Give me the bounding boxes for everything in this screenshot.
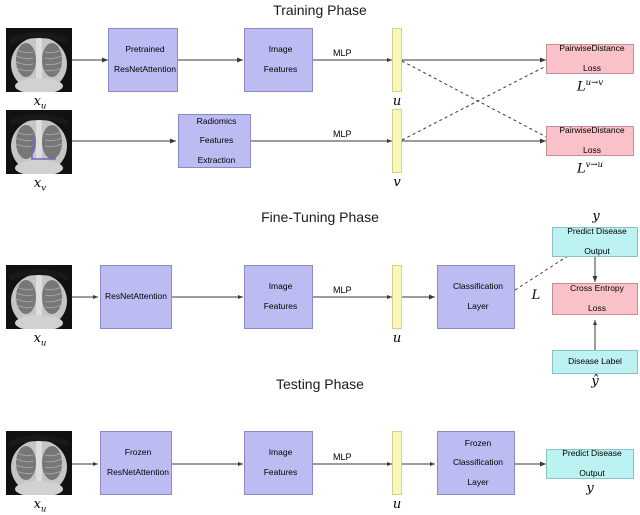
- connector-layer: [72, 57, 598, 467]
- phase-title-finetuning: Fine-Tuning Phase: [261, 209, 379, 225]
- embedding-bar-v-training: [392, 109, 402, 173]
- embedding-bar-u-testing: [392, 431, 402, 495]
- embedding-v-training-label: v: [393, 175, 401, 190]
- frozen-backbone-line2: ResNetAttention: [107, 466, 169, 477]
- x-symbol: x: [33, 331, 41, 346]
- frozen-classifier-line2: Classification: [452, 457, 504, 468]
- module-image-features-testing-label: Image Features: [245, 448, 312, 477]
- module-image-features-training-label: Image Features: [245, 45, 312, 74]
- module-classification-layer-finetuning[interactable]: Classification Layer: [437, 265, 515, 329]
- radiomics-line1: Radiomics: [196, 115, 237, 126]
- module-resnetattention-finetuning[interactable]: ResNetAttention: [100, 265, 172, 329]
- loss-cross-entropy-label: Cross Entropy Loss: [553, 284, 637, 313]
- ce-loss-line1: Cross Entropy: [570, 283, 624, 294]
- input-xray-v-training-label: xv: [18, 176, 62, 194]
- ce-loss-line2: Loss: [588, 302, 606, 313]
- loss-pairwise-distance-top-label: PairwiseDistance Loss: [547, 44, 633, 73]
- input-xray-u-testing: [6, 431, 72, 495]
- input-xray-u-training: [6, 28, 72, 92]
- loss-bottom-superscript: v→u: [585, 160, 604, 170]
- loss-cross-entropy[interactable]: Cross Entropy Loss: [552, 283, 638, 315]
- disease-label-symbol: ŷ: [591, 374, 599, 389]
- output-predict-disease-finetuning[interactable]: Predict Disease Output: [552, 227, 638, 257]
- loss-top-symbol: L: [576, 79, 586, 95]
- loss-bottom-line2: Loss: [583, 144, 601, 155]
- loss-symbol-v-to-u: Lv→u: [546, 160, 634, 176]
- image-features-line1: Image: [268, 44, 293, 55]
- module-image-features-finetuning[interactable]: Image Features: [244, 265, 313, 329]
- radiomics-line2: Features: [199, 135, 234, 146]
- edge-label-mlp-training-top: MLP: [333, 48, 352, 58]
- x-subscript: u: [40, 338, 47, 349]
- image-features-line2: Features: [263, 466, 298, 477]
- loss-top-line1: PairwiseDistance: [559, 43, 625, 54]
- embedding-bar-u-training: [392, 28, 402, 92]
- module-frozen-resnetattention[interactable]: Frozen ResNetAttention: [100, 431, 172, 495]
- image-features-line1: Image: [268, 447, 293, 458]
- module-resnetattention-label: ResNetAttention: [105, 291, 167, 302]
- input-disease-label-text: Disease Label: [568, 356, 622, 367]
- module-image-features-finetuning-label: Image Features: [245, 282, 312, 311]
- embedding-u-finetuning-label: u: [392, 331, 402, 346]
- module-frozen-resnetattention-label: Frozen ResNetAttention: [101, 448, 171, 477]
- loss-symbol-cross-entropy: L: [531, 288, 541, 303]
- input-disease-label[interactable]: Disease Label: [552, 350, 638, 374]
- backbone-line2: ResNetAttention: [114, 63, 176, 74]
- module-pretrained-resnetattention-label: Pretrained ResNetAttention: [108, 45, 178, 74]
- loss-top-superscript: u→v: [585, 78, 604, 88]
- edge-label-mlp-training-bottom: MLP: [333, 129, 352, 139]
- input-xray-u-training-label: xu: [18, 94, 62, 112]
- frozen-backbone-line1: Frozen: [124, 447, 152, 458]
- module-radiomics-feature-extraction[interactable]: Radiomics Features Extraction: [178, 114, 251, 168]
- radiomics-line3: Extraction: [197, 154, 236, 165]
- predict-line2: Output: [579, 467, 605, 478]
- module-image-features-training[interactable]: Image Features: [244, 28, 313, 92]
- edge-label-mlp-finetuning: MLP: [333, 285, 352, 295]
- module-frozen-classification-layer[interactable]: Frozen Classification Layer: [437, 431, 515, 495]
- loss-bottom-symbol: L: [576, 161, 586, 177]
- module-radiomics-label: Radiomics Features Extraction: [179, 115, 250, 166]
- diagram-canvas: Training Phase xu Pretrained ResNetAtten…: [0, 0, 640, 515]
- output-predict-disease-testing[interactable]: Predict Disease Output: [546, 449, 634, 479]
- module-pretrained-resnetattention[interactable]: Pretrained ResNetAttention: [108, 28, 178, 92]
- output-predict-disease-testing-label: Predict Disease Output: [547, 449, 633, 478]
- loss-pairwise-distance-bottom[interactable]: PairwiseDistance Loss: [546, 126, 634, 156]
- loss-symbol-u-to-v: Lu→v: [546, 78, 634, 94]
- module-frozen-classification-layer-label: Frozen Classification Layer: [438, 437, 514, 488]
- embedding-u-testing-label: u: [392, 497, 402, 512]
- phase-title-training: Training Phase: [273, 2, 367, 18]
- output-predict-disease-finetuning-label: Predict Disease Output: [553, 227, 637, 256]
- image-features-line1: Image: [268, 281, 293, 292]
- x-symbol: x: [33, 497, 41, 512]
- edge-label-mlp-testing: MLP: [333, 452, 352, 462]
- loss-top-line2: Loss: [583, 62, 601, 73]
- loss-bottom-line1: PairwiseDistance: [559, 125, 625, 136]
- image-features-line2: Features: [263, 300, 298, 311]
- embedding-bar-u-finetuning: [392, 265, 402, 329]
- input-xray-u-finetuning-label: xu: [18, 331, 62, 349]
- predict-line1: Predict Disease: [567, 226, 627, 237]
- classifier-line2: Layer: [467, 300, 489, 311]
- input-xray-u-finetuning: [6, 265, 72, 329]
- input-xray-v-training: [6, 110, 72, 174]
- phase-title-testing: Testing Phase: [276, 376, 364, 392]
- predict-disease-output-symbol-finetuning: y: [592, 209, 600, 224]
- module-classification-layer-label: Classification Layer: [438, 282, 514, 311]
- predict-line2: Output: [584, 245, 610, 256]
- x-subscript: v: [41, 183, 47, 194]
- x-symbol: x: [33, 94, 41, 109]
- classifier-line1: Classification: [452, 281, 504, 292]
- module-image-features-testing[interactable]: Image Features: [244, 431, 313, 495]
- loss-pairwise-distance-top[interactable]: PairwiseDistance Loss: [546, 44, 634, 74]
- predict-line1: Predict Disease: [562, 448, 622, 459]
- embedding-u-training-label: u: [392, 94, 402, 109]
- predict-disease-output-symbol-testing: y: [586, 481, 594, 496]
- image-features-line2: Features: [263, 63, 298, 74]
- loss-pairwise-distance-bottom-label: PairwiseDistance Loss: [547, 126, 633, 155]
- backbone-line1: Pretrained: [125, 44, 165, 55]
- x-subscript: u: [40, 504, 47, 515]
- frozen-classifier-line3: Layer: [467, 476, 489, 487]
- frozen-classifier-line1: Frozen: [464, 437, 492, 448]
